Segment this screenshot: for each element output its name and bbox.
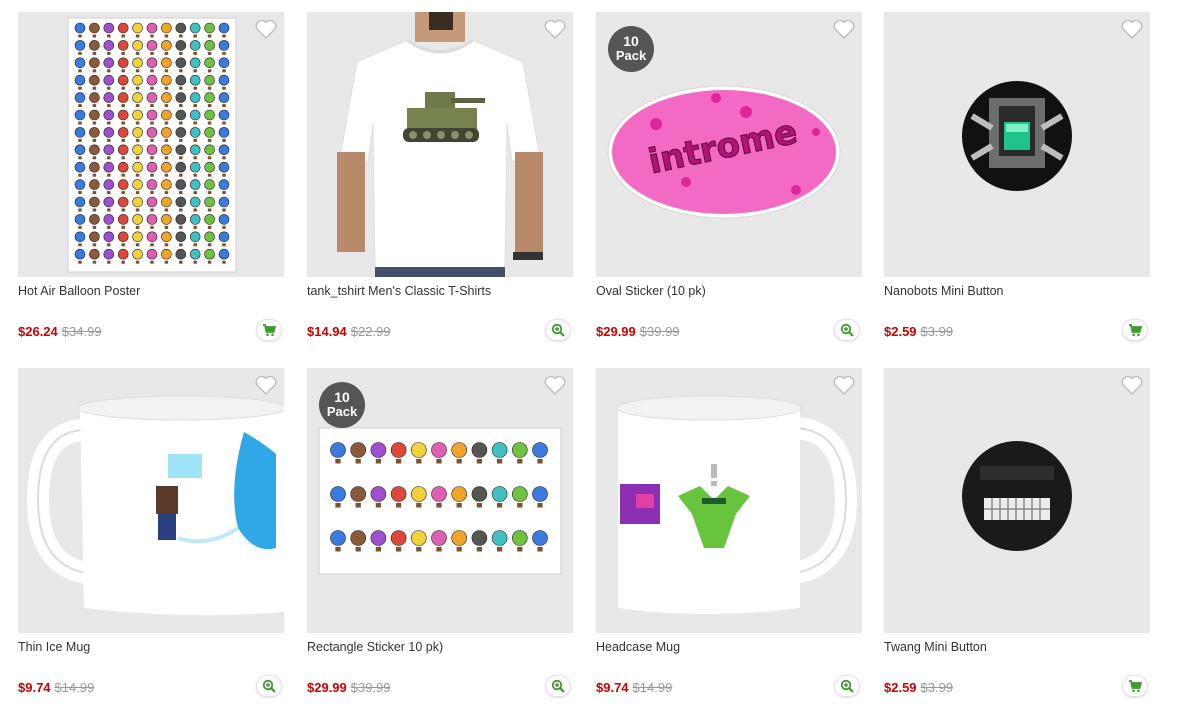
product-title[interactable]: Oval Sticker (10 pk) [596, 284, 862, 298]
product-card[interactable]: 10 Pack Rectangle Sticker 10 pk) $29.99 $… [307, 368, 573, 708]
original-price: $39.99 [350, 680, 391, 695]
price: $26.24 $34.99 [18, 324, 102, 339]
favorite-heart-icon[interactable] [832, 18, 856, 40]
product-title[interactable]: Rectangle Sticker 10 pk) [307, 640, 573, 654]
price: $9.74 $14.99 [18, 680, 94, 695]
sale-price: $29.99 [307, 680, 347, 695]
zoom-icon [840, 323, 854, 337]
product-card[interactable]: Twang Mini Button $2.59 $3.99 [884, 368, 1150, 708]
pack-badge: 10 Pack [608, 26, 654, 72]
sale-price: $14.94 [307, 324, 347, 339]
product-title[interactable]: tank_tshirt Men's Classic T-Shirts [307, 284, 573, 298]
pack-badge: 10 Pack [319, 382, 365, 428]
cart-icon [263, 324, 276, 337]
original-price: $39.99 [639, 324, 680, 339]
product-title[interactable]: Headcase Mug [596, 640, 862, 654]
cart-icon [1129, 680, 1142, 693]
product-title[interactable]: Nanobots Mini Button [884, 284, 1150, 298]
nanobots-button-image [962, 81, 1072, 191]
sale-price: $9.74 [18, 680, 51, 695]
zoom-icon [262, 679, 276, 693]
price: $2.59 $3.99 [884, 680, 953, 695]
product-card[interactable]: Hot Air Balloon Poster $26.24 $34.99 [18, 12, 284, 352]
favorite-heart-icon[interactable] [543, 18, 567, 40]
favorite-heart-icon[interactable] [254, 374, 278, 396]
original-price: $3.99 [920, 324, 954, 339]
product-card[interactable]: Nanobots Mini Button $2.59 $3.99 [884, 12, 1150, 352]
favorite-heart-icon[interactable] [1120, 374, 1144, 396]
product-card[interactable]: tank_tshirt Men's Classic T-Shirts $14.9… [307, 12, 573, 352]
balloon-poster-image [67, 17, 237, 273]
favorite-heart-icon[interactable] [832, 374, 856, 396]
product-title[interactable]: Twang Mini Button [884, 640, 1150, 654]
original-price: $14.99 [54, 680, 95, 695]
cart-icon [1129, 324, 1142, 337]
price: $29.99 $39.99 [596, 324, 680, 339]
pack-count: 10 [623, 33, 639, 49]
product-card[interactable]: Thin Ice Mug $9.74 $14.99 [18, 368, 284, 708]
product-image[interactable] [307, 12, 573, 277]
product-image[interactable] [884, 12, 1150, 277]
quick-view-button[interactable] [834, 675, 860, 697]
sale-price: $2.59 [884, 680, 917, 695]
add-to-cart-button[interactable] [256, 319, 282, 341]
quick-view-button[interactable] [834, 319, 860, 341]
pack-count: 10 [334, 389, 350, 405]
product-image[interactable] [596, 368, 862, 633]
quick-view-button[interactable] [256, 675, 282, 697]
thin-ice-mug-image [26, 395, 284, 616]
sale-price: $2.59 [884, 324, 917, 339]
original-price: $22.99 [350, 324, 391, 339]
product-title[interactable]: Thin Ice Mug [18, 640, 284, 654]
zoom-icon [551, 323, 565, 337]
price: $29.99 $39.99 [307, 680, 391, 695]
product-image[interactable] [18, 368, 284, 633]
original-price: $14.99 [632, 680, 673, 695]
tshirt-image [337, 12, 543, 277]
headcase-mug-image [616, 395, 858, 614]
zoom-icon [840, 679, 854, 693]
price: $14.94 $22.99 [307, 324, 391, 339]
quick-view-button[interactable] [545, 675, 571, 697]
add-to-cart-button[interactable] [1122, 675, 1148, 697]
sale-price: $29.99 [596, 324, 636, 339]
twang-button-image [962, 441, 1072, 551]
favorite-heart-icon[interactable] [254, 18, 278, 40]
product-card[interactable]: introme 10 Pack Oval Sticker (10 pk) $29… [596, 12, 862, 352]
price: $9.74 $14.99 [596, 680, 672, 695]
product-card[interactable]: Headcase Mug $9.74 $14.99 [596, 368, 862, 708]
add-to-cart-button[interactable] [1122, 319, 1148, 341]
product-title[interactable]: Hot Air Balloon Poster [18, 284, 284, 298]
favorite-heart-icon[interactable] [1120, 18, 1144, 40]
original-price: $34.99 [61, 324, 102, 339]
product-image[interactable] [18, 12, 284, 277]
favorite-heart-icon[interactable] [543, 374, 567, 396]
original-price: $3.99 [920, 680, 954, 695]
sale-price: $9.74 [596, 680, 629, 695]
product-image[interactable] [884, 368, 1150, 633]
quick-view-button[interactable] [545, 319, 571, 341]
price: $2.59 $3.99 [884, 324, 953, 339]
sale-price: $26.24 [18, 324, 58, 339]
pack-label: Pack [326, 404, 358, 419]
pack-label: Pack [615, 48, 647, 63]
zoom-icon [551, 679, 565, 693]
